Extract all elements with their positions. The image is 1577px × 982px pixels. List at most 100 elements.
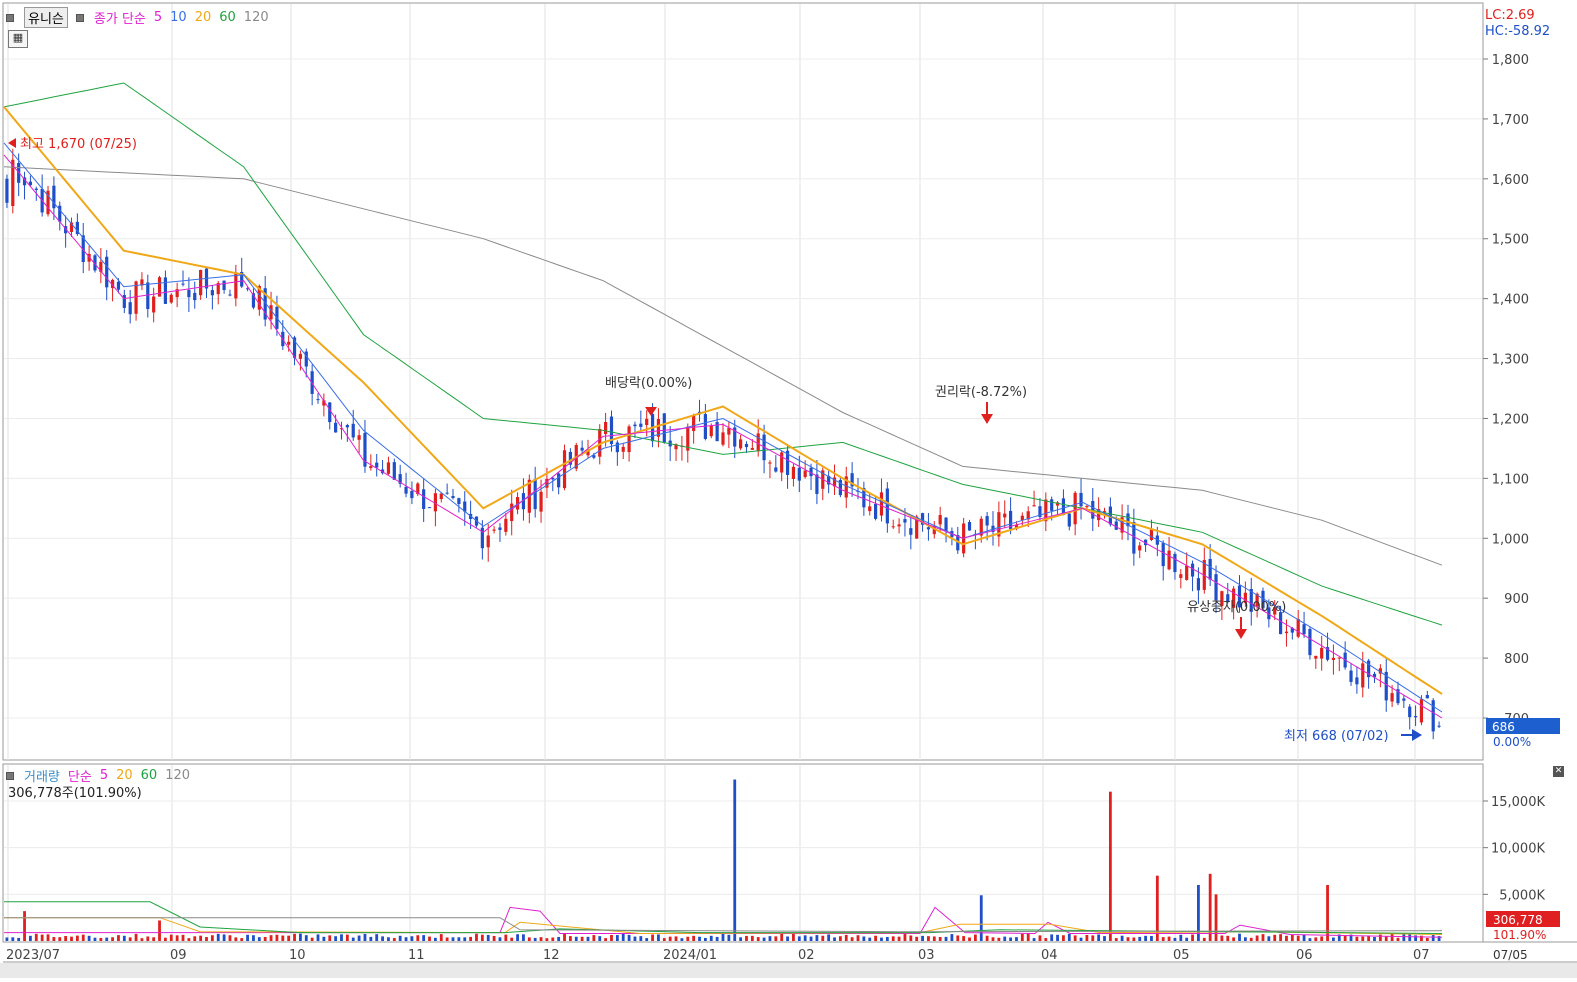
volume-bar [809,936,813,941]
volume-bar [475,933,478,941]
volume-bar [1015,937,1018,941]
candle-body [891,526,895,528]
volume-bar [610,934,613,941]
legend-square-icon [75,13,84,22]
volume-bar [23,911,26,941]
candle-body [1085,506,1089,508]
volume-bar [979,895,983,941]
scrollbar-track[interactable] [0,963,1577,978]
price-tick-label: 1,200 [1492,412,1529,427]
volume-legend-ma5[interactable]: 5 [100,768,108,783]
volume-bar [1279,934,1282,941]
volume-bar [1150,935,1153,941]
candle-body [1161,543,1165,567]
volume-legend-ma60[interactable]: 60 [141,768,158,783]
volume-legend-ma20[interactable]: 20 [116,768,133,783]
current-change: 0.00% [1493,735,1531,749]
volume-bar [457,937,461,941]
volume-bar [574,936,578,941]
volume-bar [1402,933,1406,941]
legend-ma60[interactable]: 60 [219,10,236,25]
volume-bar [1120,935,1124,941]
volume-bar [1038,935,1042,941]
candle-body [445,492,449,494]
volume-bar [1185,937,1189,941]
volume-bar [1191,934,1194,941]
candle-body [457,498,461,505]
date-tick-label: 05 [1173,948,1190,963]
volume-bar [257,937,261,941]
volume-bar [140,938,144,941]
volume-bar [651,934,654,941]
candle-body [1208,558,1212,580]
volume-bar [34,933,38,941]
volume-legend-ma120[interactable]: 120 [165,768,190,783]
volume-bar [921,935,924,941]
lc-label: LC:2.69 [1485,8,1535,23]
volume-bar [1361,936,1365,941]
chart-canvas: 1,800 1,700 1,600 1,500 1,400 1,300 1,200 1,100… [0,0,1577,978]
legend-ma120[interactable]: 120 [244,10,269,25]
volume-bar [122,935,126,941]
candle-body [375,462,379,468]
legend-ma20[interactable]: 20 [195,10,212,25]
volume-bar [5,937,9,941]
volume-bar [1355,936,1359,941]
candle-body [234,272,238,299]
candle-body [193,292,197,301]
price-tick-label: 900 [1504,592,1529,607]
volume-bar [1267,936,1271,941]
price-tick-label: 1,400 [1492,293,1529,308]
volume-bar [1062,935,1065,941]
volume-bar [1132,937,1136,941]
volume-bar [111,937,114,941]
candle-body [492,529,496,531]
volume-bar [158,920,161,941]
volume-bar [480,934,484,941]
close-icon[interactable]: ✕ [1553,766,1564,777]
candle-body [639,423,643,427]
candle-body [633,424,637,427]
candle-body [903,519,907,523]
grid-tool-icon[interactable]: ▦ [8,30,28,48]
candle-body [210,290,214,296]
volume-bar [686,936,690,941]
volume-bar [205,937,208,941]
candle-body [404,486,408,494]
volume-bar [568,936,572,941]
legend-ma5[interactable]: 5 [154,10,162,25]
date-tick-label: 10 [289,948,306,963]
volume-bar [821,935,825,941]
candle-body [1284,631,1289,634]
candle-body [768,462,772,464]
candle-body [334,422,338,433]
volume-bar [1167,936,1171,941]
date-tick-label: 06 [1296,948,1313,963]
volume-bar [774,936,778,941]
rights-label: 권리락(-8.72%) [935,385,1027,400]
date-tick-label: 2024/01 [663,948,717,963]
candle-body [345,425,349,428]
price-tick-label: 1,700 [1492,113,1529,128]
stock-chart: 1,800 1,700 1,600 1,500 1,400 1,300 1,200 1,100… [0,0,1577,978]
volume-bar [469,936,473,941]
volume-bar [768,936,772,941]
stock-name[interactable]: 유니슨 [24,7,68,28]
volume-bar [862,936,866,941]
volume-bar [451,937,455,941]
volume-bar [1273,934,1277,941]
candle-body [1020,515,1024,521]
volume-bar [375,934,379,941]
volume-bar [674,936,678,941]
volume-bar [968,937,971,941]
volume-bar [1302,934,1306,941]
volume-bar [1056,934,1059,941]
legend-ma10[interactable]: 10 [170,10,187,25]
candle-body [944,517,948,531]
capital-increase-label: 유상증자(0.00%) [1187,600,1286,615]
volume-bar [833,937,836,941]
candle-body [1173,553,1177,573]
volume-bar [662,938,666,941]
volume-bar [1296,935,1300,941]
volume-bar [1238,933,1241,941]
